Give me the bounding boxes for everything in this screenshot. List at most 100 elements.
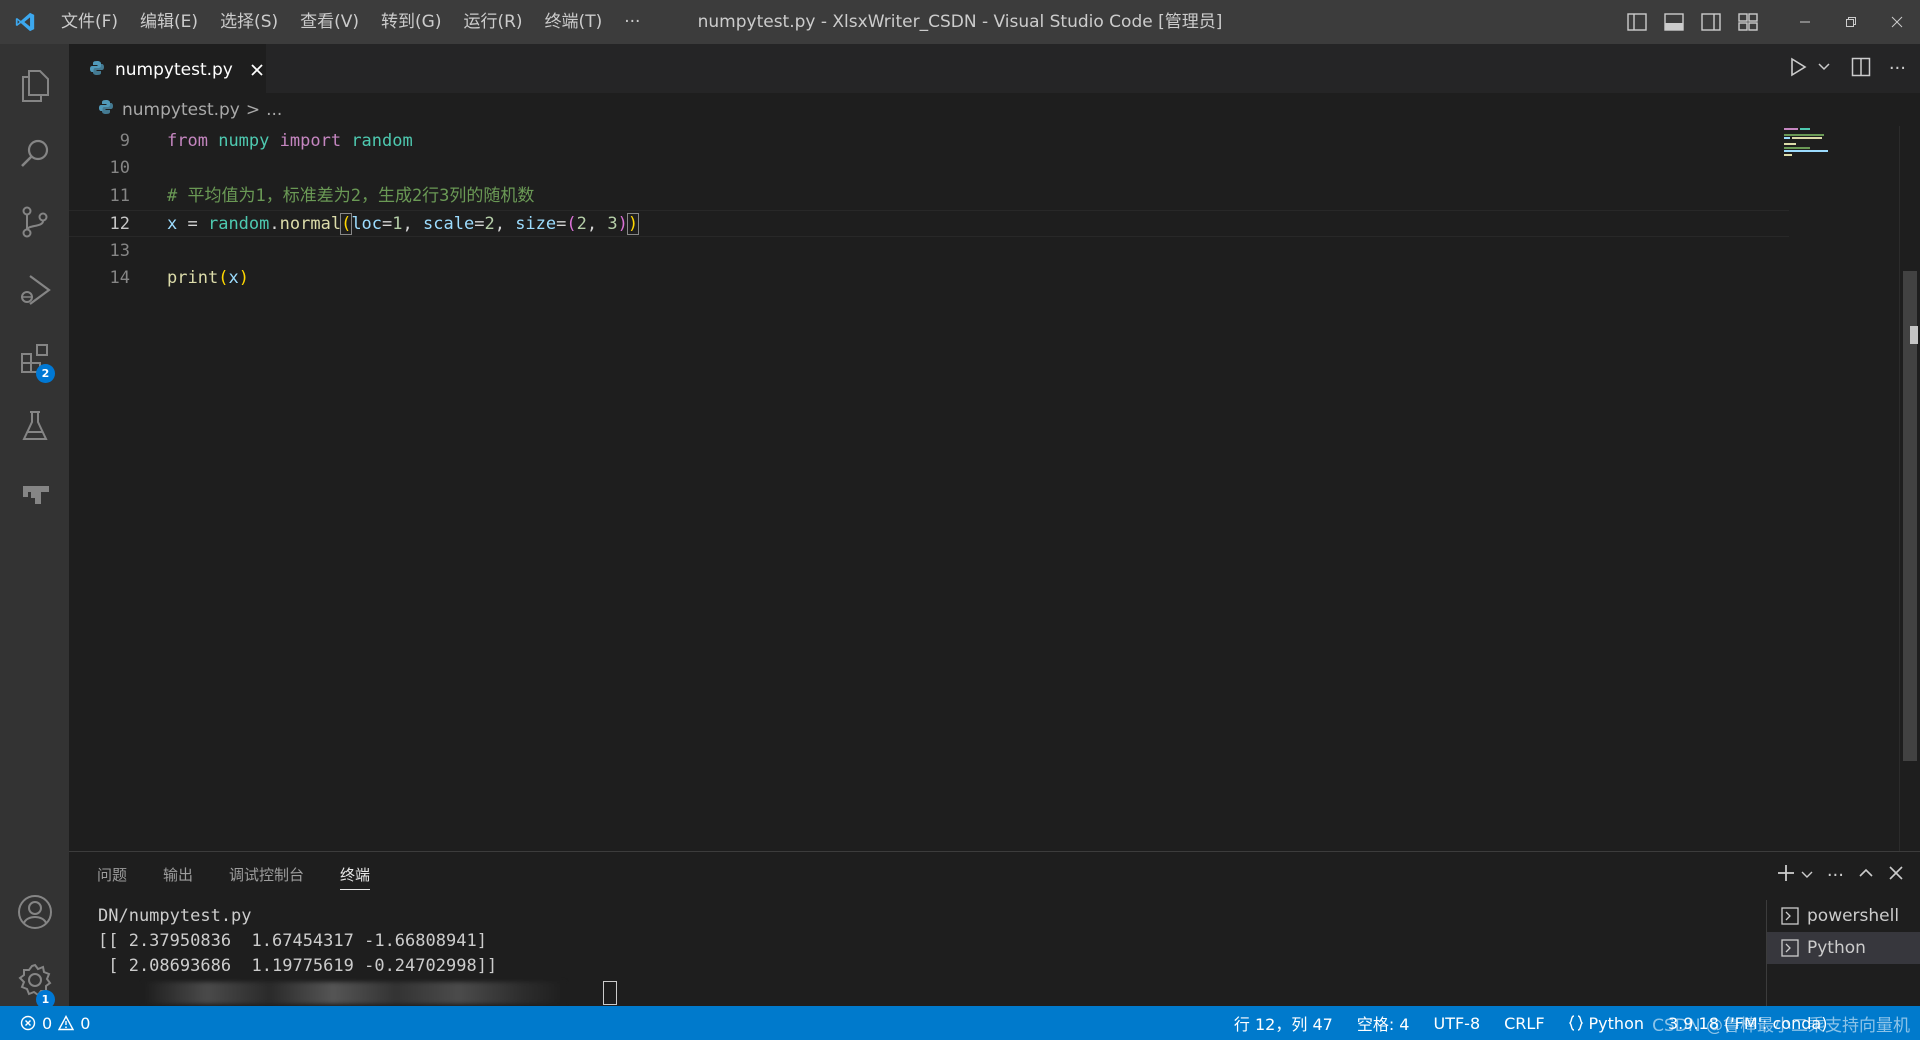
- run-options-chevron-down-icon[interactable]: [1817, 59, 1831, 78]
- tab-problems[interactable]: 问题: [97, 852, 127, 898]
- language-mode[interactable]: Python: [1557, 1014, 1656, 1033]
- panel-tabs: 问题 输出 调试控制台 终端: [69, 852, 378, 898]
- maximize-panel-chevron-up-icon[interactable]: [1858, 865, 1874, 885]
- python-file-icon: [98, 99, 114, 120]
- status-bar: 0 0 行 12，列 47 空格: 4 UTF-8 CRLF Python 3.…: [0, 1006, 1920, 1040]
- explorer-icon[interactable]: [0, 52, 69, 120]
- editor-tabs: numpytest.py ···: [69, 44, 1920, 94]
- line-number: 13: [109, 240, 130, 261]
- code-text: from numpy import random: [167, 131, 413, 151]
- scrollbar-thumb[interactable]: [1903, 271, 1917, 761]
- indentation[interactable]: 空格: 4: [1345, 1011, 1422, 1035]
- csdn-watermark: CSDN @鲁棒最小二乘支持向量机: [1652, 1016, 1910, 1036]
- terminal-line: DN/numpytest.py: [98, 906, 252, 926]
- code-line[interactable]: 9 from numpy import random: [69, 128, 1789, 155]
- menu-selection[interactable]: 选择(S): [209, 0, 289, 44]
- terminal-item-python[interactable]: Python: [1767, 932, 1920, 964]
- cursor-position-marker: [1910, 326, 1918, 344]
- terminal-line: [ 2.08693686 1.19775619 -0.24702998]]: [98, 956, 498, 976]
- cursor-position[interactable]: 行 12，列 47: [1222, 1011, 1345, 1035]
- toggle-secondary-sidebar-icon[interactable]: [1692, 0, 1729, 44]
- testing-icon[interactable]: [0, 392, 69, 460]
- settings-gear-icon[interactable]: 1: [0, 946, 69, 1014]
- menu-go[interactable]: 转到(G): [370, 0, 452, 44]
- code-editor[interactable]: 9 from numpy import random 10 11 # 平均值为1，标准差…: [69, 126, 1920, 851]
- minimize-button[interactable]: [1782, 0, 1828, 44]
- terminal-list: powershell Python: [1766, 900, 1920, 1007]
- terminal-icon: [1781, 939, 1799, 957]
- title-bar: 文件(F) 编辑(E) 选择(S) 查看(V) 转到(G) 运行(R) 终端(T…: [0, 0, 1920, 44]
- extensions-icon[interactable]: 2: [0, 324, 69, 392]
- activity-bar: 2 1: [0, 44, 69, 1009]
- line-number: 10: [109, 158, 130, 179]
- menu-view[interactable]: 查看(V): [289, 0, 370, 44]
- minimap[interactable]: [1782, 126, 1838, 166]
- breadcrumb-symbol[interactable]: ...: [266, 100, 282, 120]
- python-file-icon: [89, 60, 105, 80]
- breadcrumb: numpytest.py > ...: [69, 93, 1920, 126]
- code-line[interactable]: 14 print(x): [69, 265, 1789, 292]
- code-line[interactable]: 11 # 平均值为1，标准差为2，生成2行3列的随机数: [69, 183, 1789, 210]
- line-number: 9: [119, 131, 130, 151]
- accounts-icon[interactable]: [0, 878, 69, 946]
- breadcrumb-separator: >: [245, 99, 261, 120]
- menu-more[interactable]: ···: [613, 0, 651, 44]
- error-icon: [20, 1015, 36, 1031]
- terminal-output[interactable]: DN/numpytest.py [[ 2.37950836 1.67454317…: [98, 904, 1798, 979]
- terminal-cursor: [603, 981, 617, 1005]
- warning-icon: [58, 1015, 75, 1031]
- more-actions-icon[interactable]: ···: [1889, 58, 1906, 79]
- menu-run[interactable]: 运行(R): [452, 0, 533, 44]
- restore-button[interactable]: [1828, 0, 1874, 44]
- tab-output[interactable]: 输出: [163, 852, 193, 898]
- code-line[interactable]: 10: [69, 155, 1789, 182]
- line-number: 11: [109, 185, 130, 206]
- terminal-profiles-chevron-down-icon[interactable]: [1801, 866, 1813, 885]
- line-number: 14: [109, 268, 130, 288]
- panel-more-icon[interactable]: ···: [1827, 865, 1844, 886]
- terminal-line: [[ 2.37950836 1.67454317 -1.66808941]: [98, 931, 487, 951]
- breadcrumb-file[interactable]: numpytest.py: [122, 100, 240, 120]
- toggle-panel-icon[interactable]: [1655, 0, 1692, 44]
- end-of-line[interactable]: CRLF: [1492, 1014, 1556, 1033]
- extensions-badge: 2: [36, 364, 55, 383]
- redacted-prompt: [144, 982, 564, 1004]
- code-line[interactable]: 13: [69, 238, 1789, 265]
- customize-layout-icon[interactable]: [1729, 0, 1766, 44]
- run-python-file-icon[interactable]: [1787, 56, 1809, 82]
- code-text: print(x): [167, 268, 249, 288]
- close-window-button[interactable]: [1874, 0, 1920, 44]
- terminal-item-powershell[interactable]: powershell: [1767, 900, 1920, 932]
- close-panel-icon[interactable]: [1888, 865, 1904, 885]
- tab-terminal[interactable]: 终端: [340, 852, 371, 898]
- menu-bar: 文件(F) 编辑(E) 选择(S) 查看(V) 转到(G) 运行(R) 终端(T…: [50, 0, 651, 44]
- split-editor-icon[interactable]: [1851, 57, 1871, 81]
- code-text: # 平均值为1，标准差为2，生成2行3列的随机数: [167, 185, 535, 206]
- language-label: Python: [1588, 1013, 1644, 1033]
- warning-count: 0: [80, 1013, 91, 1033]
- problems-status[interactable]: 0 0: [0, 1014, 90, 1033]
- terminal-icon: [1781, 907, 1799, 925]
- search-icon[interactable]: [0, 120, 69, 188]
- terminal-item-label: Python: [1807, 938, 1866, 958]
- new-terminal-plus-icon[interactable]: [1777, 864, 1795, 886]
- tab-debug-console[interactable]: 调试控制台: [229, 852, 304, 898]
- run-and-debug-icon[interactable]: [0, 256, 69, 324]
- error-count: 0: [42, 1013, 53, 1033]
- toggle-primary-sidebar-icon[interactable]: [1618, 0, 1655, 44]
- menu-edit[interactable]: 编辑(E): [129, 0, 209, 44]
- remote-explorer-icon[interactable]: [0, 460, 69, 528]
- source-control-icon[interactable]: [0, 188, 69, 256]
- code-text: x = random.normal(loc=1, scale=2, size=(…: [167, 213, 640, 236]
- tab-label: numpytest.py: [115, 59, 233, 80]
- encoding[interactable]: UTF-8: [1421, 1014, 1492, 1033]
- tab-numpytest[interactable]: numpytest.py: [69, 44, 266, 94]
- close-tab-icon[interactable]: [249, 61, 266, 79]
- menu-terminal[interactable]: 终端(T): [534, 0, 614, 44]
- editor-scrollbar[interactable]: [1899, 126, 1920, 851]
- menu-file[interactable]: 文件(F): [50, 0, 129, 44]
- bottom-panel: 问题 输出 调试控制台 终端 ··· DN/numpytest.py [[ 2.…: [69, 851, 1920, 1007]
- braces-icon: [1568, 1015, 1583, 1031]
- line-number: 12: [109, 214, 130, 235]
- code-line[interactable]: 12 x = random.normal(loc=1, scale=2, size…: [69, 210, 1789, 238]
